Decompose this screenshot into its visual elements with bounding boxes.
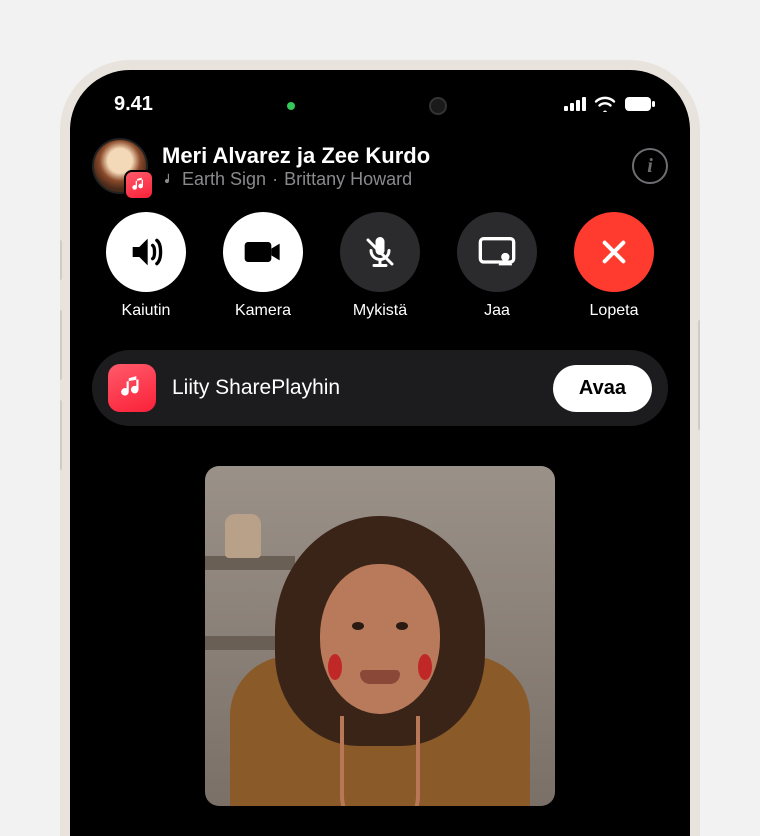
open-button[interactable]: Avaa	[553, 365, 652, 412]
battery-icon	[624, 96, 656, 112]
power-button	[698, 320, 700, 430]
mute-button[interactable]	[340, 212, 420, 292]
person-illustration	[220, 506, 540, 806]
dynamic-island	[305, 86, 455, 126]
shareplay-text: Liity SharePlayhin	[172, 376, 537, 400]
speaker-control: Kaiutin	[96, 212, 196, 320]
camera-indicator-icon	[287, 102, 295, 110]
share-screen-icon	[477, 232, 517, 272]
cellular-icon	[564, 97, 586, 111]
share-button[interactable]	[457, 212, 537, 292]
share-control: Jaa	[447, 212, 547, 320]
call-subtitle: Earth Sign · Brittany Howard	[162, 169, 618, 190]
open-button-label: Avaa	[579, 377, 626, 399]
camera-label: Kamera	[235, 302, 291, 320]
mute-control: Mykistä	[330, 212, 430, 320]
volume-down-button	[60, 400, 62, 470]
mic-off-icon	[362, 234, 398, 270]
separator: ·	[272, 169, 278, 190]
speaker-label: Kaiutin	[122, 302, 171, 320]
music-app-icon	[108, 364, 156, 412]
status-bar: 9.41	[70, 70, 690, 126]
wifi-icon	[594, 96, 616, 112]
call-header-text: Meri Alvarez ja Zee Kurdo Earth Sign · B…	[162, 143, 618, 190]
screen: 9.41	[70, 70, 690, 836]
artist-name: Brittany Howard	[284, 169, 412, 190]
call-controls: Kaiutin Kamera	[70, 212, 690, 332]
status-icons	[564, 96, 656, 112]
speaker-button[interactable]	[106, 212, 186, 292]
info-icon: i	[647, 155, 653, 178]
camera-icon	[243, 232, 283, 272]
side-button	[60, 240, 62, 280]
camera-button[interactable]	[223, 212, 303, 292]
status-time: 9.41	[114, 93, 153, 116]
shareplay-card: Liity SharePlayhin Avaa	[92, 350, 668, 426]
front-camera-icon	[429, 97, 447, 115]
note-icon	[162, 171, 176, 187]
phone-frame: 9.41	[60, 60, 700, 836]
song-name: Earth Sign	[182, 169, 266, 190]
info-button[interactable]: i	[632, 148, 668, 184]
camera-control: Kamera	[213, 212, 313, 320]
call-title: Meri Alvarez ja Zee Kurdo	[162, 143, 618, 169]
share-label: Jaa	[484, 302, 510, 320]
call-header: Meri Alvarez ja Zee Kurdo Earth Sign · B…	[70, 126, 690, 212]
end-call-button[interactable]	[574, 212, 654, 292]
volume-up-button	[60, 310, 62, 380]
participant-avatar[interactable]	[92, 138, 148, 194]
close-icon	[598, 236, 630, 268]
end-control: Lopeta	[564, 212, 664, 320]
end-label: Lopeta	[590, 302, 639, 320]
participant-video[interactable]	[205, 466, 555, 806]
music-badge-icon	[124, 170, 154, 200]
speaker-icon	[126, 232, 166, 272]
mute-label: Mykistä	[353, 302, 407, 320]
